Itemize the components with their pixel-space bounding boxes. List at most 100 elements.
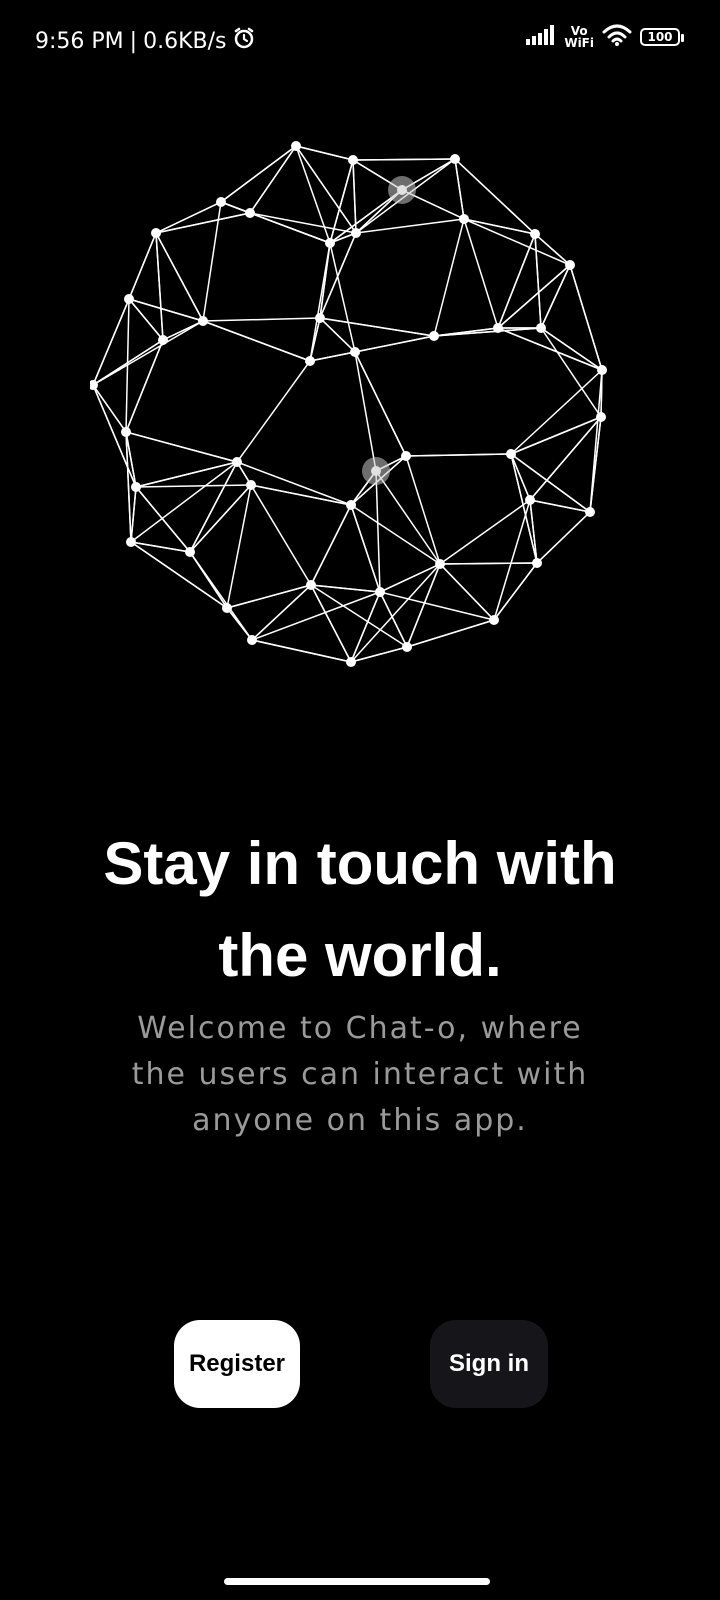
globe-node (131, 482, 141, 492)
globe-link (589, 369, 603, 513)
globe-node (306, 580, 316, 590)
globe-node (597, 365, 607, 375)
globe-node (305, 356, 315, 366)
globe-node (351, 228, 361, 238)
globe-link (529, 499, 538, 564)
globe-link (92, 298, 130, 386)
globe-link (250, 484, 312, 586)
globe-link (128, 298, 204, 322)
globe-node (216, 197, 226, 207)
globe-link (135, 484, 252, 488)
globe-link (350, 563, 441, 663)
network-speed: 0.6KB/s (143, 28, 227, 54)
globe-link (463, 218, 571, 266)
globe-link (350, 646, 408, 663)
globe-link (329, 242, 356, 353)
globe-link (155, 232, 204, 322)
globe-link (454, 158, 465, 220)
globe-node (246, 480, 256, 490)
globe-link (379, 591, 495, 621)
globe-node (185, 547, 195, 557)
globe-link (536, 511, 591, 564)
globe-link (125, 339, 164, 433)
globe-link (130, 541, 228, 609)
globe-link (226, 484, 252, 609)
globe-illustration-svg (88, 141, 607, 667)
globe-link (135, 486, 191, 553)
globe-link (350, 504, 441, 565)
globe-link (310, 584, 352, 663)
vowifi-indicator: Vo WiFi (564, 25, 594, 49)
globe-node (536, 323, 546, 333)
headline: Stay in touch with the world. (40, 818, 680, 1002)
globe-node (429, 331, 439, 341)
welcome-line-3: anyone on this app. (192, 1103, 528, 1138)
globe-node (245, 208, 255, 218)
headline-line-1: Stay in touch with (103, 830, 617, 897)
globe-link (569, 264, 603, 371)
globe-highlight-node (388, 176, 416, 204)
globe-node (401, 451, 411, 461)
globe-node (198, 316, 208, 326)
globe-link (354, 351, 407, 457)
globe-link (130, 541, 191, 553)
register-button[interactable]: Register (174, 1320, 300, 1408)
globe-link (130, 461, 238, 543)
globe-link (534, 233, 571, 266)
globe-link (350, 504, 381, 593)
globe-link (220, 145, 297, 203)
status-right: Vo WiFi 100 (526, 24, 684, 50)
globe-node (459, 214, 469, 224)
globe-link (534, 233, 542, 329)
globe-node (325, 238, 335, 248)
globe-link (128, 298, 164, 341)
headline-line-2: the world. (218, 922, 502, 989)
globe-link (249, 212, 331, 244)
globe-node (315, 313, 325, 323)
globe-node (585, 507, 595, 517)
globe-link (540, 264, 571, 329)
globe-node (124, 294, 134, 304)
globe-link (125, 431, 238, 463)
globe-node (565, 260, 575, 270)
globe-link (202, 320, 311, 362)
welcome-line-2: the users can interact with (131, 1057, 589, 1092)
globe-link (493, 499, 531, 621)
globe-link (135, 461, 238, 488)
home-indicator[interactable] (224, 1578, 490, 1585)
battery-level: 100 (647, 30, 673, 44)
globe-link (405, 453, 512, 457)
globe-link (375, 470, 441, 565)
globe-link (319, 317, 435, 337)
globe-link (92, 384, 137, 488)
globe-node (489, 615, 499, 625)
globe-node (435, 559, 445, 569)
globe-link (510, 369, 603, 455)
welcome-text: Welcome to Chat-o, where the users can i… (60, 1006, 660, 1144)
sign-in-button[interactable]: Sign in (430, 1320, 548, 1408)
globe-link (310, 504, 352, 586)
globe-link (406, 619, 495, 648)
globe-link (375, 470, 381, 593)
globe-link (295, 145, 331, 244)
globe-link (433, 218, 465, 337)
globe-node (506, 449, 516, 459)
status-separator: | (129, 28, 138, 54)
globe-node (247, 635, 257, 645)
globe-link (529, 416, 602, 501)
globe-node (525, 495, 535, 505)
globe-node (530, 229, 540, 239)
globe-node (532, 558, 542, 568)
globe-link (155, 201, 222, 234)
globe-node (232, 457, 242, 467)
globe-highlight-node (362, 457, 390, 485)
globe-link (251, 591, 381, 641)
globe-node (158, 335, 168, 345)
globe-node (350, 347, 360, 357)
signal-icon (526, 25, 556, 49)
globe-node (222, 603, 232, 613)
globe-link (189, 551, 253, 641)
network-globe-illustration (88, 140, 620, 680)
globe-link (405, 455, 441, 565)
globe-link (439, 562, 538, 565)
